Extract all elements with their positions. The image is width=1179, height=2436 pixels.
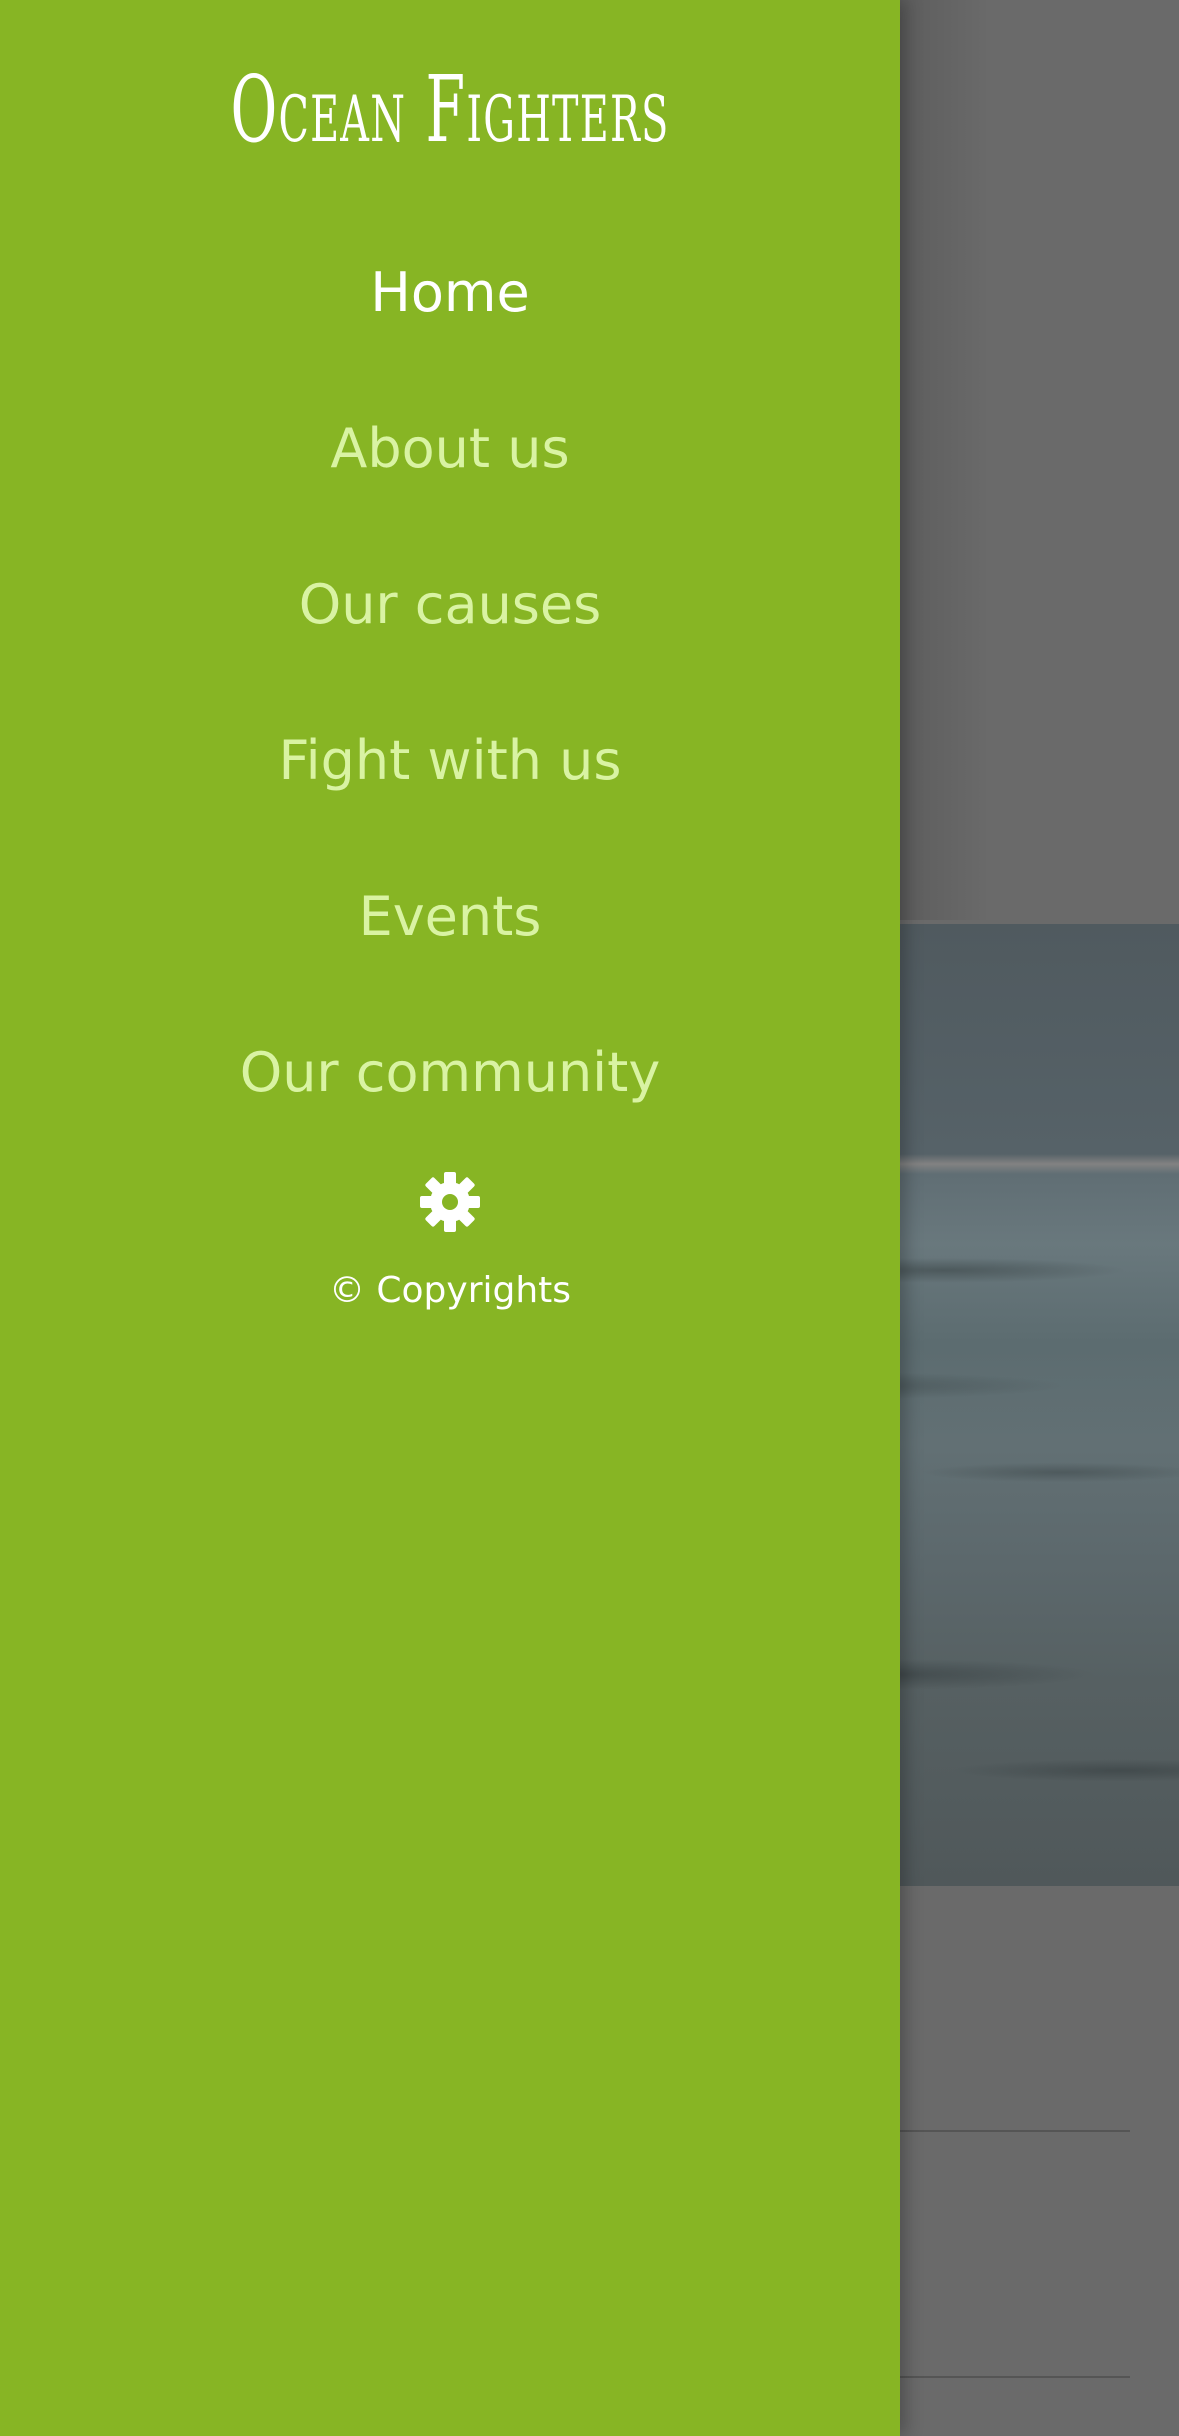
nav-item-about-us[interactable]: About us <box>0 371 900 527</box>
drawer-shadow <box>900 0 990 920</box>
nav-item-fight-with-us[interactable]: Fight with us <box>0 683 900 839</box>
side-drawer: Ocean Fighters Home About us Our causes … <box>0 0 900 2436</box>
nav-item-home[interactable]: Home <box>0 215 900 371</box>
gear-icon <box>420 1172 480 1232</box>
nav-item-our-community[interactable]: Our community <box>0 995 900 1151</box>
settings-button[interactable] <box>418 1170 482 1234</box>
nav-item-our-causes[interactable]: Our causes <box>0 527 900 683</box>
nav-item-events[interactable]: Events <box>0 839 900 995</box>
brand-logo[interactable]: Ocean Fighters <box>171 40 729 180</box>
copyright-text: © Copyrights <box>328 1270 572 1311</box>
drawer-nav: Home About us Our causes Fight with us E… <box>0 215 900 1151</box>
